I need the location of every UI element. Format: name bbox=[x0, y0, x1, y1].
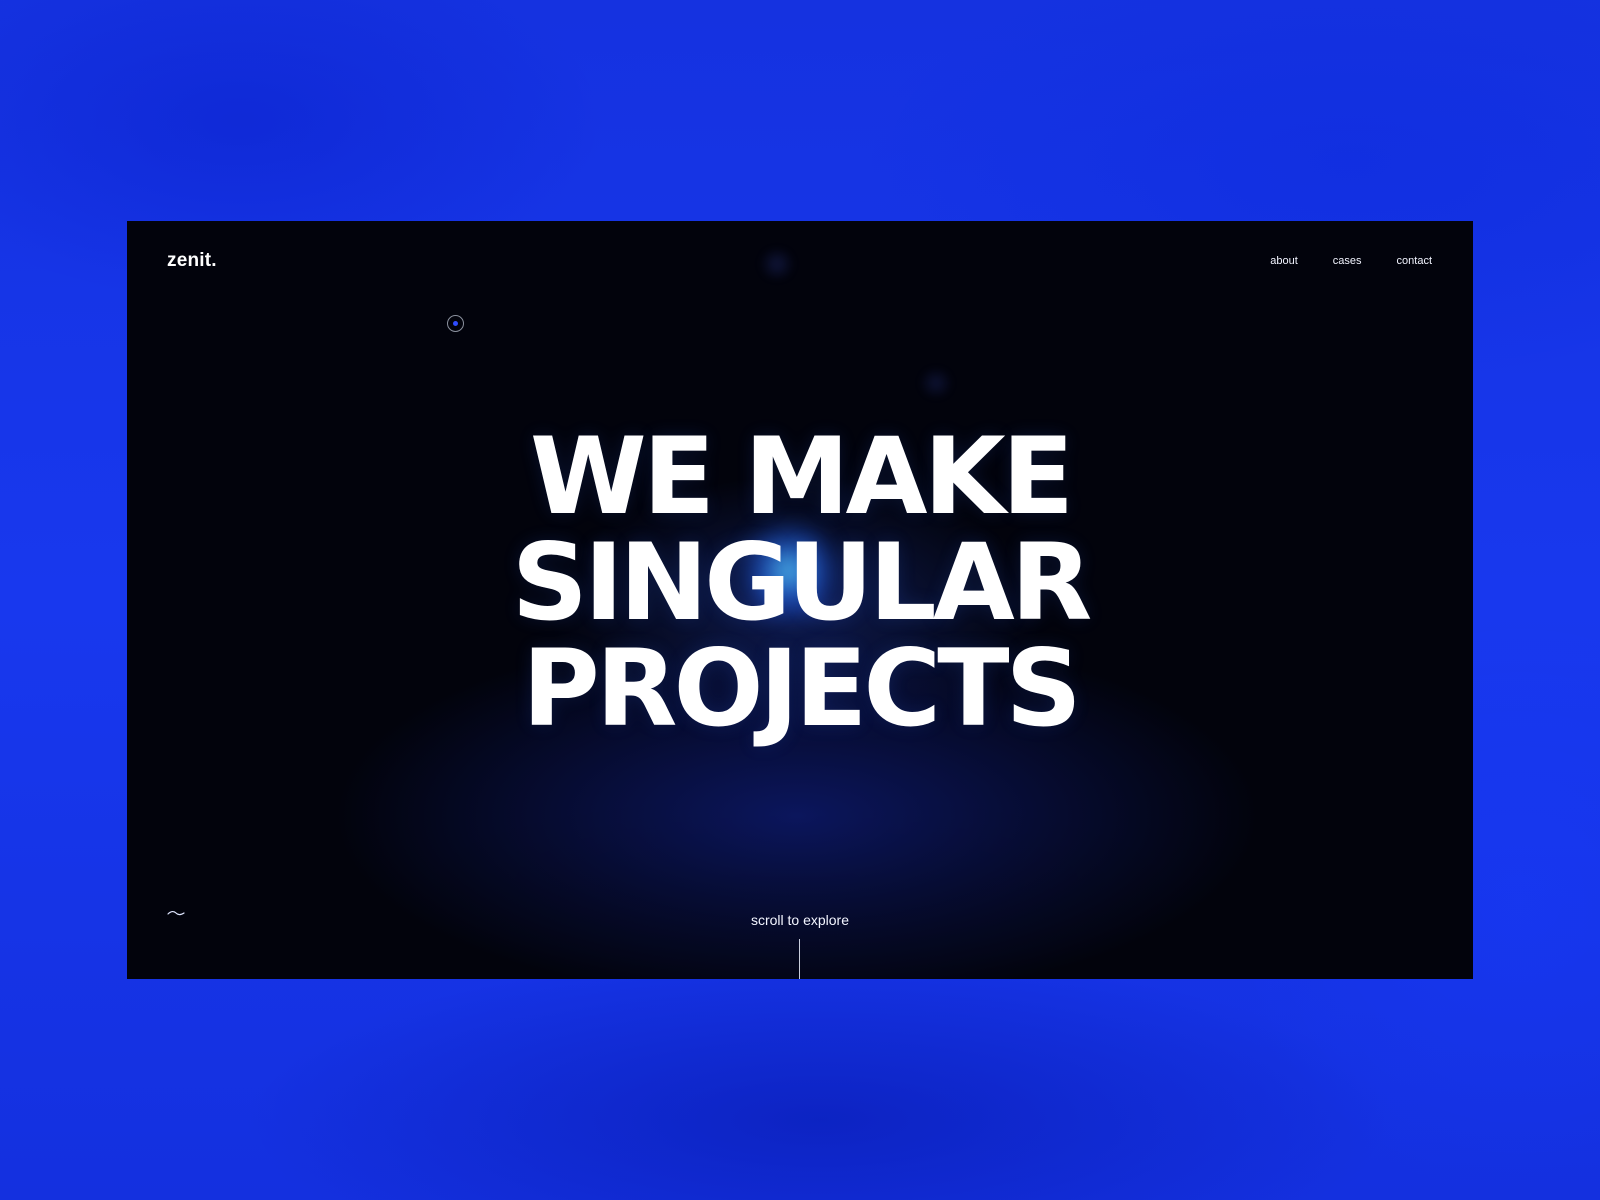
nav-link-contact[interactable]: contact bbox=[1397, 255, 1432, 268]
cursor-ring-icon bbox=[447, 315, 464, 332]
hero-line-1: WE MAKE bbox=[529, 415, 1074, 538]
nav-link-cases[interactable]: cases bbox=[1333, 255, 1362, 268]
background-orb bbox=[757, 249, 797, 279]
site-logo[interactable]: zenit. bbox=[167, 250, 217, 272]
background-orb bbox=[917, 369, 955, 397]
hero-heading: WE MAKE SINGULAR PROJECTS bbox=[127, 424, 1473, 742]
nav-link-about[interactable]: about bbox=[1270, 255, 1298, 268]
hero-line-3: PROJECTS bbox=[522, 627, 1082, 750]
main-nav: about cases contact bbox=[1270, 255, 1432, 268]
scroll-indicator-line bbox=[799, 939, 800, 979]
scroll-prompt[interactable]: scroll to explore bbox=[127, 912, 1473, 928]
website-screen: zenit. about cases contact WE MAKE SINGU… bbox=[127, 221, 1473, 979]
hero-line-2: SINGULAR bbox=[511, 521, 1093, 644]
cursor-dot bbox=[453, 321, 458, 326]
